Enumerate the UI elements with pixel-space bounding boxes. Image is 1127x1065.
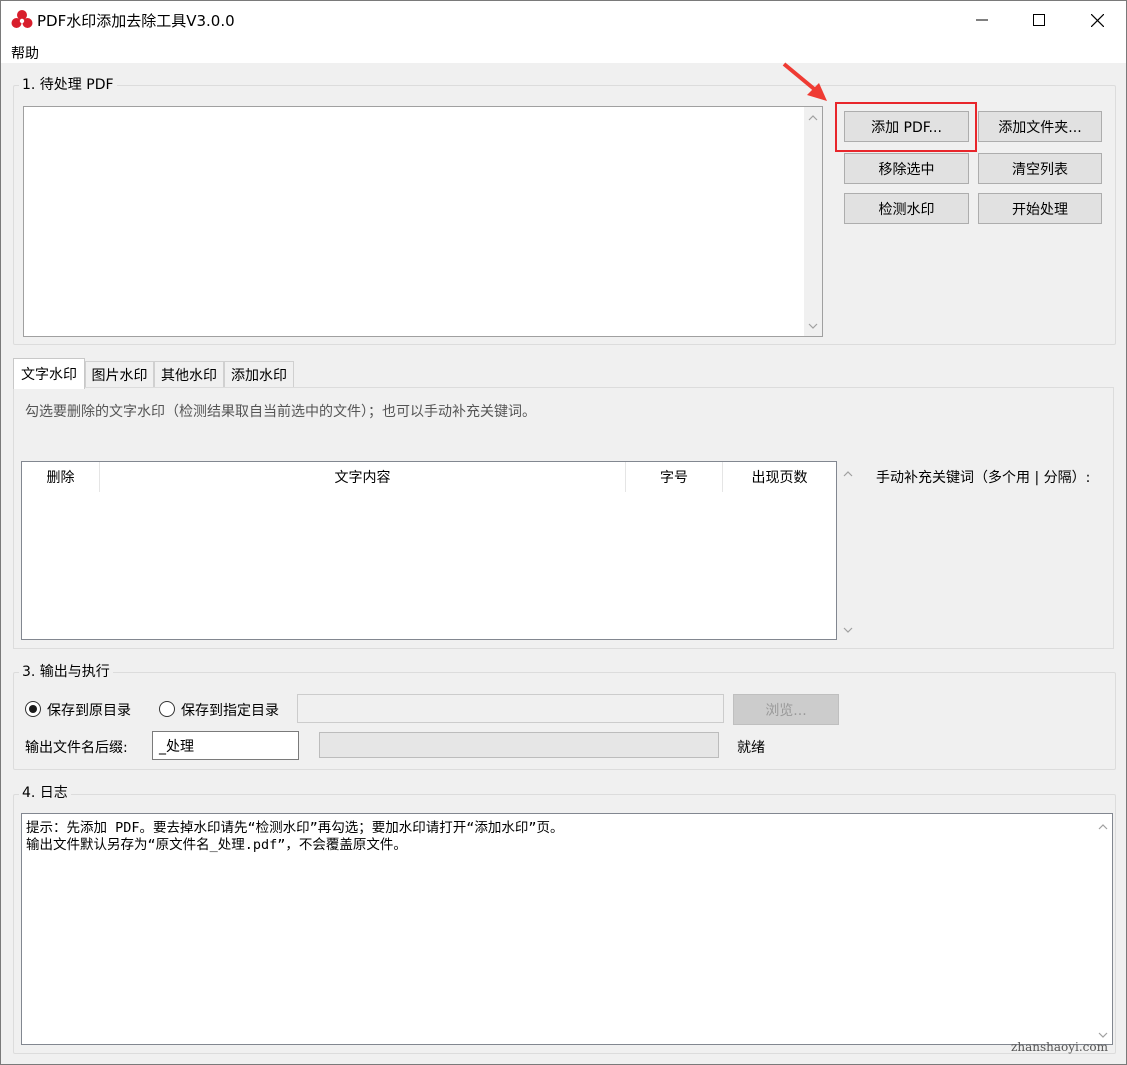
pdf-list-scrollbar[interactable] — [804, 107, 822, 336]
save-custom-radio[interactable] — [159, 701, 175, 717]
clear-list-button[interactable]: 清空列表 — [978, 153, 1102, 184]
log-textarea[interactable]: 提示：先添加 PDF。要去掉水印请先“检测水印”再勾选；要加水印请打开“添加水印… — [21, 813, 1113, 1045]
col-font-size[interactable]: 字号 — [626, 462, 723, 492]
col-delete[interactable]: 删除 — [22, 462, 100, 492]
log-scroll-up-icon[interactable] — [1094, 818, 1111, 835]
title-bar: PDF水印添加去除工具V3.0.0 — [1, 1, 1126, 39]
menu-bar: 帮助 — [1, 39, 1126, 63]
scroll-up-icon[interactable] — [804, 109, 821, 126]
start-process-button[interactable]: 开始处理 — [978, 193, 1102, 224]
text-watermark-table[interactable]: 删除 文字内容 字号 出现页数 — [21, 461, 837, 640]
tab-add-watermark[interactable]: 添加水印 — [224, 361, 294, 387]
app-logo-icon — [11, 10, 33, 28]
save-original-label[interactable]: 保存到原目录 — [47, 700, 131, 720]
detect-watermark-button[interactable]: 检测水印 — [844, 193, 969, 224]
progress-bar — [319, 732, 719, 758]
status-text: 就绪 — [737, 740, 765, 756]
close-button[interactable] — [1068, 1, 1126, 39]
output-group-title: 3. 输出与执行 — [19, 664, 113, 680]
manual-keyword-label: 手动补充关键词（多个用 | 分隔）: — [876, 470, 1091, 486]
window-title: PDF水印添加去除工具V3.0.0 — [37, 12, 235, 30]
browse-button[interactable]: 浏览... — [733, 694, 839, 725]
minimize-icon — [976, 19, 988, 21]
close-icon — [1090, 13, 1104, 27]
keyword-scroll-down-icon[interactable] — [839, 621, 856, 638]
site-watermark: zhanshaoyi.com — [1011, 1040, 1108, 1054]
maximize-button[interactable] — [1010, 1, 1068, 39]
tab-image-watermark[interactable]: 图片水印 — [85, 361, 154, 387]
log-line: 输出文件默认另存为“原文件名_处理.pdf”，不会覆盖原文件。 — [26, 837, 407, 853]
custom-dir-input[interactable] — [297, 694, 724, 723]
suffix-label: 输出文件名后缀: — [25, 740, 128, 756]
highlight-box — [835, 102, 977, 152]
pdf-file-list[interactable] — [23, 106, 823, 337]
table-header: 删除 文字内容 字号 出现页数 — [22, 462, 836, 492]
col-text-content[interactable]: 文字内容 — [100, 462, 626, 492]
add-folder-button[interactable]: 添加文件夹... — [978, 111, 1102, 142]
tab-text-watermark[interactable]: 文字水印 — [13, 358, 85, 389]
pointer-arrow-icon — [782, 62, 827, 101]
maximize-icon — [1033, 14, 1045, 26]
text-tab-hint: 勾选要删除的文字水印（检测结果取自当前选中的文件）；也可以手动补充关键词。 — [25, 404, 536, 420]
app-window: PDF水印添加去除工具V3.0.0 帮助 1. 待处理 PDF 添加 PDF..… — [0, 0, 1127, 1065]
suffix-input[interactable]: _处理 — [152, 731, 299, 760]
log-group-title: 4. 日志 — [19, 785, 71, 801]
scroll-down-icon[interactable] — [804, 317, 821, 334]
remove-selected-button[interactable]: 移除选中 — [844, 153, 969, 184]
pending-pdf-title: 1. 待处理 PDF — [19, 77, 117, 93]
minimize-button[interactable] — [953, 1, 1011, 39]
keyword-scroll-up-icon[interactable] — [839, 465, 856, 482]
tab-other-watermark[interactable]: 其他水印 — [154, 361, 224, 387]
save-custom-label[interactable]: 保存到指定目录 — [181, 700, 279, 720]
col-page-count[interactable]: 出现页数 — [723, 462, 836, 492]
menu-help[interactable]: 帮助 — [11, 43, 39, 63]
save-original-radio[interactable] — [25, 701, 41, 717]
